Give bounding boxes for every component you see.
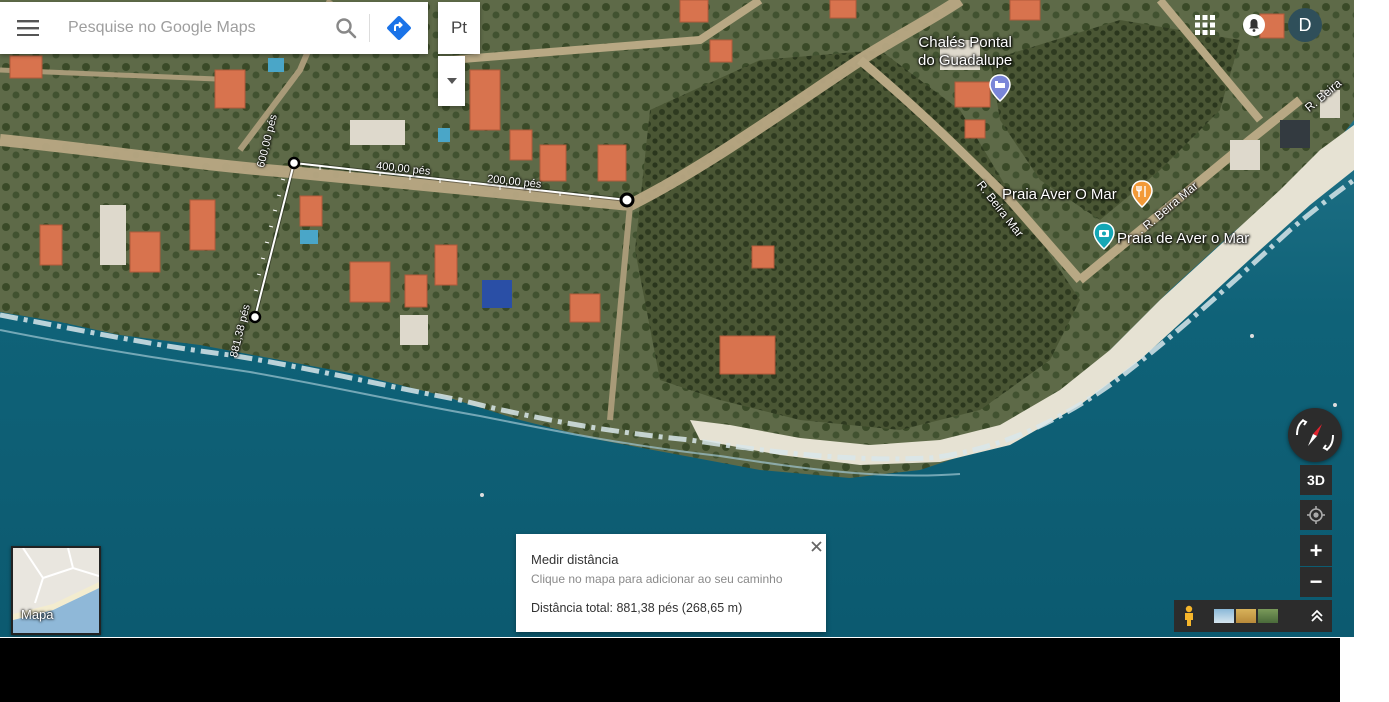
measure-point[interactable]	[287, 156, 301, 170]
beach-pin-icon[interactable]	[1093, 222, 1115, 255]
layer-button[interactable]: Pt	[438, 2, 480, 54]
search-box	[0, 2, 428, 54]
imagery-thumbnail[interactable]	[1258, 609, 1278, 623]
measure-panel-subtitle: Clique no mapa para adicionar ao seu cam…	[531, 572, 783, 586]
measure-distance-panel: Medir distância Clique no mapa para adic…	[516, 534, 826, 632]
poi-chales-label[interactable]: Chalés Pontal do Guadalupe	[918, 34, 1012, 70]
imagery-thumbnails[interactable]	[1214, 609, 1278, 623]
imagery-thumbnail[interactable]	[1236, 609, 1256, 623]
bottom-imagery-bar	[1174, 600, 1332, 632]
map-view[interactable]: 600,00 pés 400,00 pés 200,00 pés 881,38 …	[0, 0, 1354, 637]
close-icon[interactable]	[808, 538, 824, 554]
compass-icon[interactable]	[1288, 408, 1342, 462]
3d-button[interactable]: 3D	[1300, 465, 1332, 495]
menu-icon[interactable]	[0, 2, 56, 54]
zoom-out-button[interactable]: −	[1300, 567, 1332, 597]
poi-restaurant-label[interactable]: Praia Aver O Mar	[1002, 186, 1117, 204]
expand-up-icon[interactable]	[1302, 600, 1332, 632]
poi-beach-label[interactable]: Praia de Aver o Mar	[1117, 230, 1249, 248]
notifications-bell-icon[interactable]	[1242, 13, 1266, 37]
zoom-in-button[interactable]: +	[1300, 535, 1332, 566]
my-location-icon[interactable]	[1300, 500, 1332, 530]
search-icon[interactable]	[323, 2, 369, 54]
minimap-label: Mapa	[21, 607, 54, 622]
apps-grid-icon[interactable]	[1194, 14, 1216, 36]
map-type-thumbnail[interactable]: Mapa	[11, 546, 101, 635]
user-avatar[interactable]: D	[1288, 8, 1322, 42]
measure-point[interactable]	[248, 310, 262, 324]
measure-panel-title: Medir distância	[531, 552, 619, 567]
search-input[interactable]	[56, 8, 323, 48]
measure-total-distance: Distância total: 881,38 pés (268,65 m)	[531, 601, 743, 615]
restaurant-pin-icon[interactable]	[1131, 180, 1153, 213]
hotel-pin-icon[interactable]	[989, 74, 1011, 107]
pegman-icon[interactable]	[1174, 600, 1204, 632]
directions-icon[interactable]	[370, 2, 428, 54]
black-bar	[0, 638, 1340, 702]
layer-dropdown-arrow-icon[interactable]	[438, 56, 465, 106]
imagery-thumbnail[interactable]	[1214, 609, 1234, 623]
measure-end-point[interactable]	[619, 192, 635, 208]
